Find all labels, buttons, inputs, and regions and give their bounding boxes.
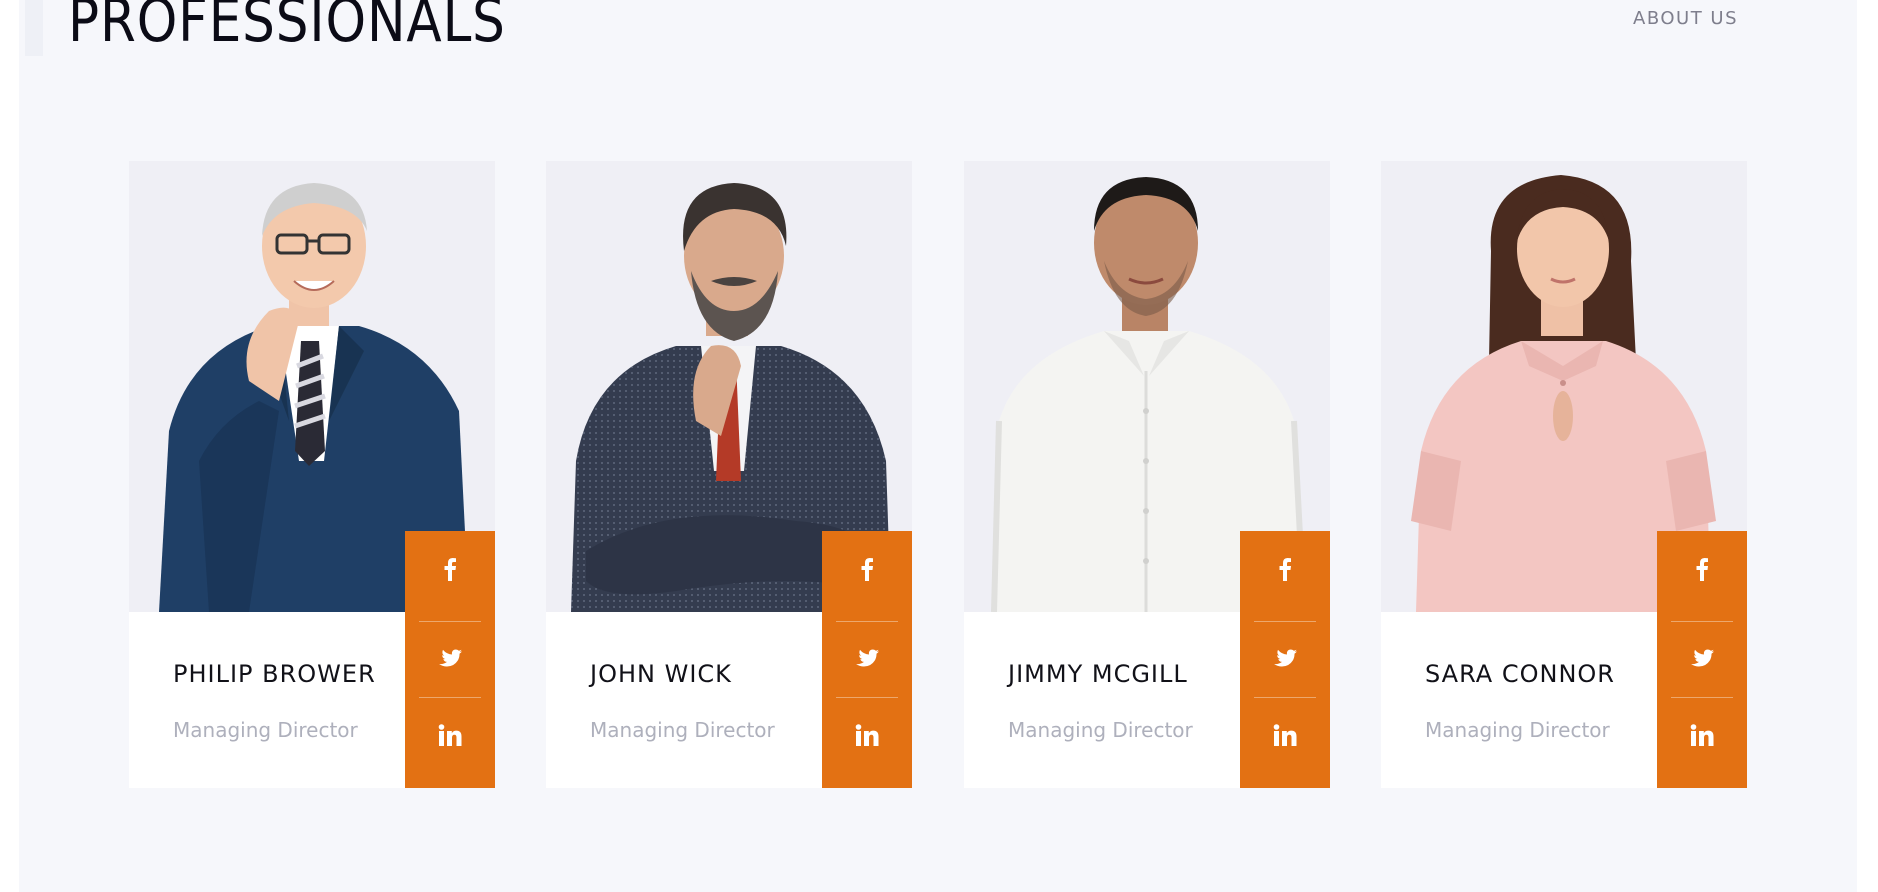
social-links	[1240, 531, 1330, 788]
section-title: PROFESSIONALS	[68, 0, 506, 56]
linkedin-icon[interactable]	[405, 697, 495, 773]
member-role: Managing Director	[1008, 718, 1193, 742]
team-card: JOHN WICK Managing Director	[546, 161, 912, 788]
facebook-icon[interactable]	[822, 531, 912, 607]
twitter-icon[interactable]	[1240, 621, 1330, 697]
member-role: Managing Director	[173, 718, 358, 742]
nav-link-about-us[interactable]: ABOUT US	[1633, 8, 1738, 29]
linkedin-icon[interactable]	[1657, 697, 1747, 773]
team-grid: PHILIP BROWER Managing Director JOHN WIC…	[129, 161, 1747, 788]
linkedin-icon[interactable]	[1240, 697, 1330, 773]
twitter-icon[interactable]	[822, 621, 912, 697]
title-accent-block	[25, 0, 43, 56]
team-card: PHILIP BROWER Managing Director	[129, 161, 495, 788]
member-name: PHILIP BROWER	[173, 660, 376, 688]
social-links	[405, 531, 495, 788]
social-links	[1657, 531, 1747, 788]
facebook-icon[interactable]	[405, 531, 495, 607]
member-role: Managing Director	[1425, 718, 1610, 742]
team-card: JIMMY MCGILL Managing Director	[964, 161, 1330, 788]
facebook-icon[interactable]	[1240, 531, 1330, 607]
member-role: Managing Director	[590, 718, 775, 742]
facebook-icon[interactable]	[1657, 531, 1747, 607]
team-card: SARA CONNOR Managing Director	[1381, 161, 1747, 788]
team-section: PROFESSIONALS ABOUT US PHILIP BROWER Man…	[19, 0, 1857, 892]
twitter-icon[interactable]	[405, 621, 495, 697]
social-links	[822, 531, 912, 788]
linkedin-icon[interactable]	[822, 697, 912, 773]
twitter-icon[interactable]	[1657, 621, 1747, 697]
member-name: SARA CONNOR	[1425, 660, 1615, 688]
member-name: JOHN WICK	[590, 660, 732, 688]
member-name: JIMMY MCGILL	[1008, 660, 1188, 688]
